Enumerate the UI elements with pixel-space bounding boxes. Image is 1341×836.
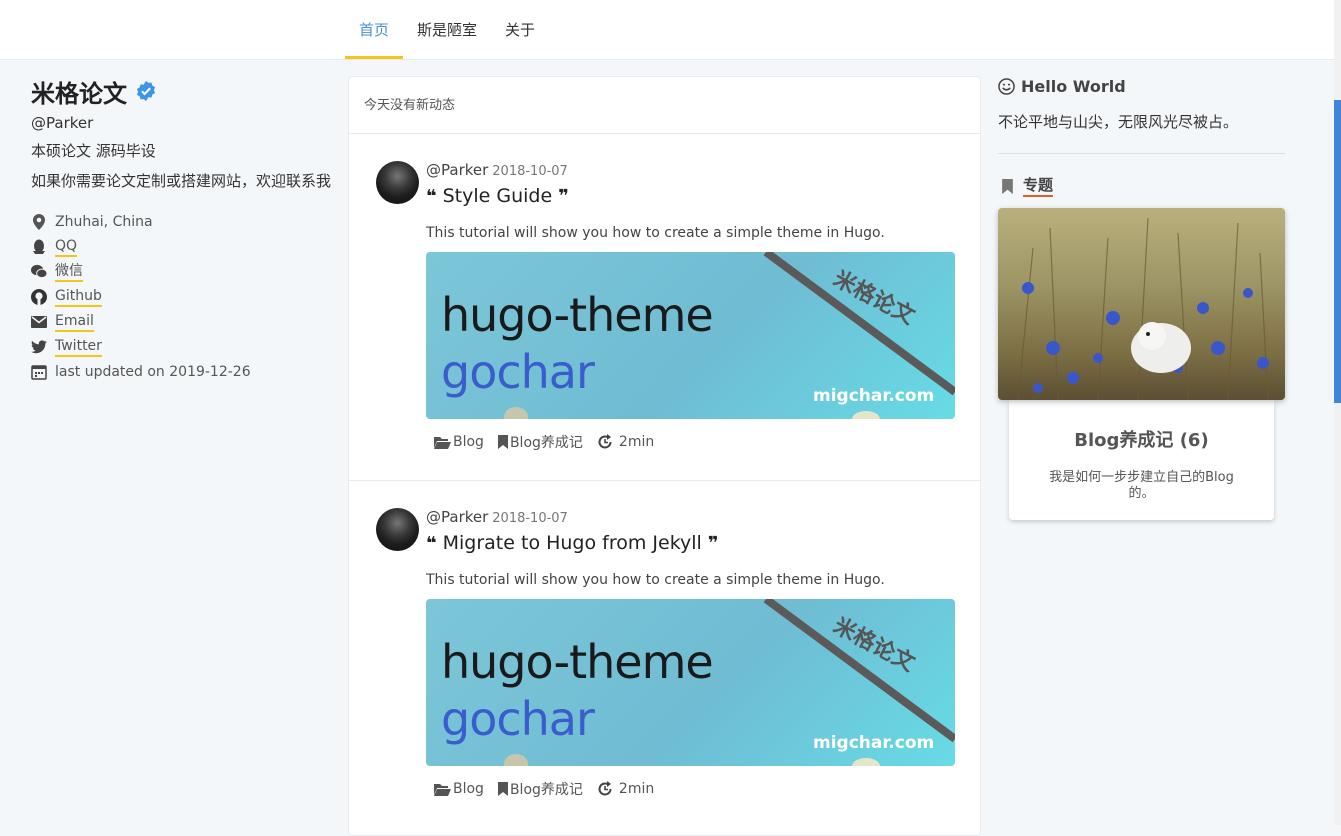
email-row: Email — [31, 309, 331, 334]
location-row: Zhuhai, China — [31, 209, 331, 234]
author-avatar[interactable] — [376, 161, 419, 204]
quote-open-icon: ❝ — [426, 533, 437, 554]
post-title[interactable]: ❝ Migrate to Hugo from Jekyll ❞ — [426, 532, 718, 554]
topic-card-desc: 我是如何一步步建立自己的Blog的。 — [1049, 470, 1234, 501]
topic-card-image[interactable] — [998, 208, 1285, 400]
feed-notice: 今天没有新动态 — [349, 77, 980, 134]
read-time: 2min — [597, 781, 654, 797]
series-tag[interactable]: Blog养成记 — [497, 432, 583, 452]
hello-title: Hello World — [1021, 76, 1126, 96]
topics-heading: 专题 — [998, 174, 1285, 198]
category-label[interactable]: Blog — [453, 781, 484, 797]
site-title: 米格论文 — [31, 74, 331, 108]
post-title-text[interactable]: Style Guide — [443, 185, 553, 207]
bookmark-icon — [497, 782, 508, 796]
hello-text: 不论平地与山尖，无限风光尽被占。 — [998, 111, 1285, 154]
banner-line1: hugo-theme — [441, 288, 714, 342]
location-text: Zhuhai, China — [55, 213, 153, 230]
smile-icon — [998, 77, 1015, 95]
post-summary: This tutorial will show you how to creat… — [426, 225, 885, 241]
qq-link[interactable]: QQ — [55, 237, 78, 257]
post-card: @Parker 2018-10-07 ❝ Style Guide ❞ This t… — [349, 134, 980, 481]
topic-card-title[interactable]: Blog养成记 (6) — [1009, 426, 1274, 452]
post-date: 2018-10-07 — [492, 511, 568, 526]
updated-row: last updated on 2019-12-26 — [31, 359, 331, 384]
calendar-icon — [31, 364, 47, 380]
location-pin-icon — [31, 213, 47, 230]
hello-heading: Hello World — [998, 76, 1285, 96]
nav-about[interactable]: 关于 — [491, 0, 549, 59]
category-tag[interactable]: Blog — [434, 434, 484, 450]
read-time-label: 2min — [618, 781, 655, 797]
banner-line1: hugo-theme — [441, 635, 714, 689]
verified-badge-icon — [136, 80, 156, 102]
meadow-photo — [1017, 217, 1269, 400]
topic-card[interactable]: Blog养成记 (6) 我是如何一步步建立自己的Blog的。 — [1009, 400, 1274, 520]
post-tags: Blog Blog养成记 2min — [434, 779, 668, 799]
author-avatar[interactable] — [376, 508, 419, 551]
read-time-label: 2min — [618, 434, 655, 450]
twitter-icon — [31, 339, 47, 355]
wechat-row: 微信 — [31, 259, 331, 284]
post-title-text[interactable]: Migrate to Hugo from Jekyll — [443, 532, 702, 554]
nav-home[interactable]: 首页 — [345, 0, 404, 59]
category-label[interactable]: Blog — [453, 434, 484, 450]
main-nav: 首页 斯是陋室 关于 — [345, 0, 549, 59]
folder-open-icon — [434, 436, 451, 449]
refresh-icon — [598, 781, 612, 796]
right-sidebar: Hello World 不论平地与山尖，无限风光尽被占。 专题 Blog养成记 … — [998, 76, 1285, 520]
wechat-icon — [31, 264, 47, 280]
category-tag[interactable]: Blog — [434, 781, 484, 797]
last-updated-text: last updated on 2019-12-26 — [55, 363, 251, 380]
post-author[interactable]: @Parker — [426, 508, 488, 526]
post-banner-image[interactable]: hugo-theme gochar 米格论文 migchar.com — [426, 252, 955, 419]
bookmark-icon — [1002, 178, 1013, 194]
refresh-icon — [598, 434, 612, 449]
post-date: 2018-10-07 — [492, 164, 568, 179]
post-meta: @Parker 2018-10-07 — [426, 508, 568, 526]
bookmark-icon — [497, 435, 508, 449]
post-meta: @Parker 2018-10-07 — [426, 161, 568, 179]
folder-open-icon — [434, 783, 451, 796]
scrollbar-thumb[interactable] — [1334, 100, 1341, 403]
post-author[interactable]: @Parker — [426, 161, 488, 179]
banner-url: migchar.com — [813, 733, 935, 753]
github-row: Github — [31, 284, 331, 309]
quote-open-icon: ❝ — [426, 186, 437, 207]
github-link[interactable]: Github — [55, 287, 102, 307]
read-time: 2min — [597, 434, 654, 450]
quote-close-icon: ❞ — [707, 533, 719, 554]
site-title-text: 米格论文 — [31, 79, 127, 108]
nav-study[interactable]: 斯是陋室 — [403, 0, 491, 59]
email-link[interactable]: Email — [55, 312, 94, 332]
post-card: @Parker 2018-10-07 ❝ Migrate to Hugo from… — [349, 481, 980, 827]
scrollbar[interactable] — [1334, 0, 1341, 825]
qq-row: QQ — [31, 234, 331, 259]
email-icon — [31, 314, 47, 330]
post-banner-image[interactable]: hugo-theme gochar 米格论文 migchar.com — [426, 599, 955, 766]
profile-info-list: Zhuhai, China QQ 微信 Github Email Twitter… — [31, 209, 331, 384]
profile-description: 如果你需要论文定制或搭建网站，欢迎联系我 — [31, 172, 332, 190]
qq-icon — [31, 239, 47, 255]
quote-close-icon: ❞ — [558, 186, 569, 207]
banner-line2: gochar — [441, 692, 595, 746]
profile-tagline: 本硕论文 源码毕设 — [31, 142, 156, 160]
series-label[interactable]: Blog养成记 — [510, 432, 583, 452]
profile-panel: 米格论文 @Parker 本硕论文 源码毕设 如果你需要论文定制或搭建网站，欢迎… — [31, 74, 331, 384]
top-navbar: 首页 斯是陋室 关于 — [0, 0, 1334, 60]
post-feed: 今天没有新动态 @Parker 2018-10-07 ❝ Style Guide … — [348, 76, 981, 836]
github-icon — [31, 288, 47, 305]
profile-handle: @Parker — [31, 114, 94, 132]
post-title[interactable]: ❝ Style Guide ❞ — [426, 185, 569, 207]
wechat-link[interactable]: 微信 — [55, 262, 83, 282]
post-tags: Blog Blog养成记 2min — [434, 432, 668, 452]
topics-label[interactable]: 专题 — [1023, 175, 1054, 197]
twitter-link[interactable]: Twitter — [55, 337, 102, 357]
post-summary: This tutorial will show you how to creat… — [426, 572, 885, 588]
banner-url: migchar.com — [813, 386, 935, 406]
series-tag[interactable]: Blog养成记 — [497, 779, 583, 799]
twitter-row: Twitter — [31, 334, 331, 359]
series-label[interactable]: Blog养成记 — [510, 779, 583, 799]
banner-line2: gochar — [441, 345, 595, 399]
